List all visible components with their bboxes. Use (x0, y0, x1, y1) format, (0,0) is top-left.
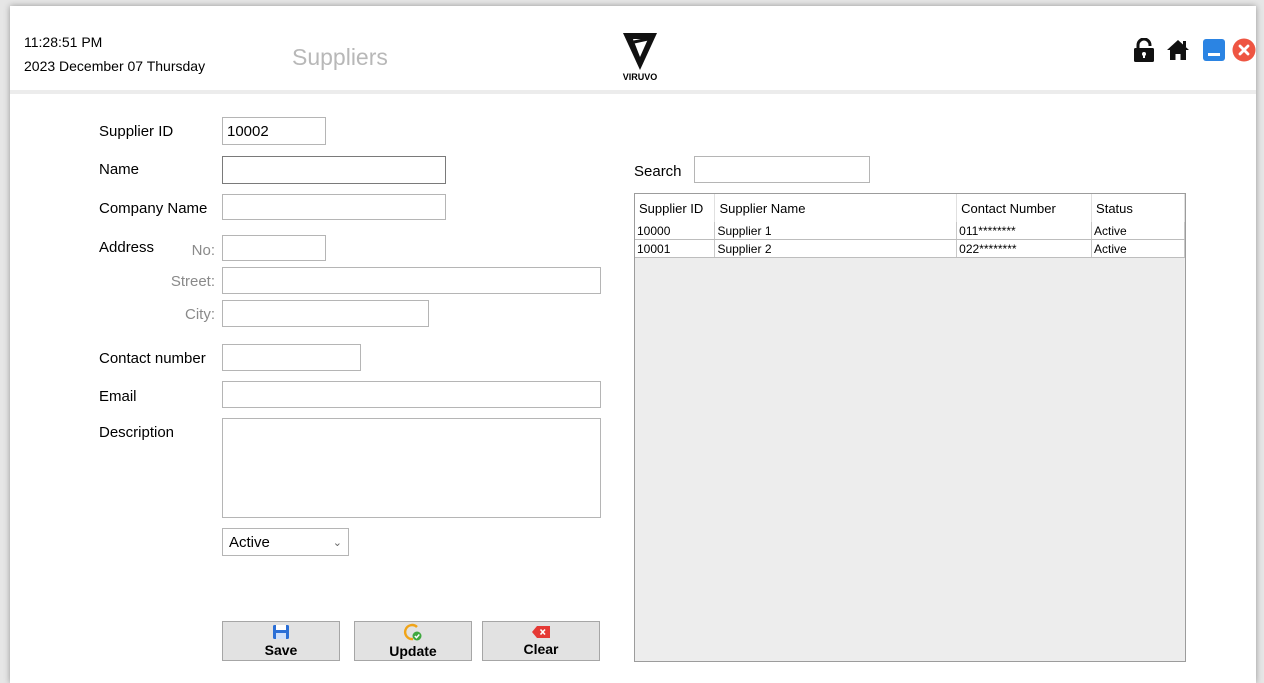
name-input[interactable] (222, 156, 446, 184)
header-bar: 11:28:51 PM 2023 December 07 Thursday Su… (10, 6, 1256, 94)
cell-supplier-id: 10001 (635, 239, 716, 258)
address-street-label: Street: (170, 273, 215, 290)
app-window: 11:28:51 PM 2023 December 07 Thursday Su… (10, 6, 1256, 683)
clear-icon (532, 626, 550, 638)
clear-button[interactable]: Clear (482, 621, 600, 661)
address-city-input[interactable] (222, 300, 429, 327)
save-button[interactable]: Save (222, 621, 340, 661)
description-label: Description (99, 424, 175, 441)
address-no-input[interactable] (222, 235, 326, 261)
search-label: Search (634, 163, 682, 180)
contact-number-input[interactable] (222, 344, 361, 371)
table-header-row: Supplier ID Supplier Name Contact Number… (635, 194, 1185, 222)
column-header-status[interactable]: Status (1091, 194, 1185, 222)
clock-date: 2023 December 07 Thursday (24, 58, 206, 74)
suppliers-table[interactable]: Supplier ID Supplier Name Contact Number… (634, 193, 1186, 662)
home-button[interactable] (1166, 38, 1190, 62)
page-title: Suppliers (292, 44, 388, 70)
description-textarea[interactable] (222, 418, 601, 518)
column-header-contact-number[interactable]: Contact Number (956, 194, 1093, 222)
minimize-button[interactable] (1202, 38, 1226, 62)
cell-status: Active (1091, 239, 1185, 258)
search-input[interactable] (694, 156, 870, 183)
logo-text: VIRUVO (622, 72, 658, 82)
address-label: Address (99, 239, 155, 256)
column-header-supplier-name[interactable]: Supplier Name (714, 194, 958, 222)
close-button[interactable] (1232, 38, 1256, 62)
cell-contact-number: 011******** (956, 222, 1093, 240)
minimize-icon (1203, 39, 1225, 61)
cell-supplier-name: Supplier 2 (714, 239, 958, 258)
company-name-input[interactable] (222, 194, 446, 220)
update-button-label: Update (389, 643, 437, 659)
cell-contact-number: 022******** (956, 239, 1093, 258)
address-street-input[interactable] (222, 267, 601, 294)
cell-supplier-id: 10000 (635, 222, 716, 240)
status-select[interactable]: Active ⌄ (222, 528, 349, 556)
cell-status: Active (1091, 222, 1185, 240)
viruvo-logo: VIRUVO (618, 28, 662, 90)
chevron-down-icon: ⌄ (332, 536, 342, 549)
contact-number-label: Contact number (99, 350, 206, 367)
clock-time: 11:28:51 PM (24, 34, 103, 50)
cell-supplier-name: Supplier 1 (714, 222, 958, 240)
supplier-id-label: Supplier ID (99, 123, 174, 140)
lock-button[interactable] (1132, 38, 1156, 62)
save-icon (273, 625, 289, 639)
clear-button-label: Clear (523, 641, 559, 657)
table-row[interactable]: 10001 Supplier 2 022******** Active (635, 239, 1185, 258)
email-label: Email (99, 388, 137, 405)
update-button[interactable]: Update (354, 621, 472, 661)
column-header-supplier-id[interactable]: Supplier ID (635, 194, 716, 222)
close-icon (1232, 38, 1256, 62)
address-city-label: City: (185, 306, 215, 323)
company-name-label: Company Name (99, 200, 208, 217)
email-input[interactable] (222, 381, 601, 408)
supplier-id-input[interactable] (222, 117, 326, 145)
home-icon (1167, 40, 1189, 60)
name-label: Name (99, 161, 140, 178)
save-button-label: Save (264, 642, 298, 658)
table-row[interactable]: 10000 Supplier 1 011******** Active (635, 222, 1185, 240)
status-select-value: Active (229, 533, 270, 551)
lock-icon (1134, 38, 1154, 62)
address-no-label: No: (191, 242, 215, 259)
update-icon (404, 623, 422, 641)
